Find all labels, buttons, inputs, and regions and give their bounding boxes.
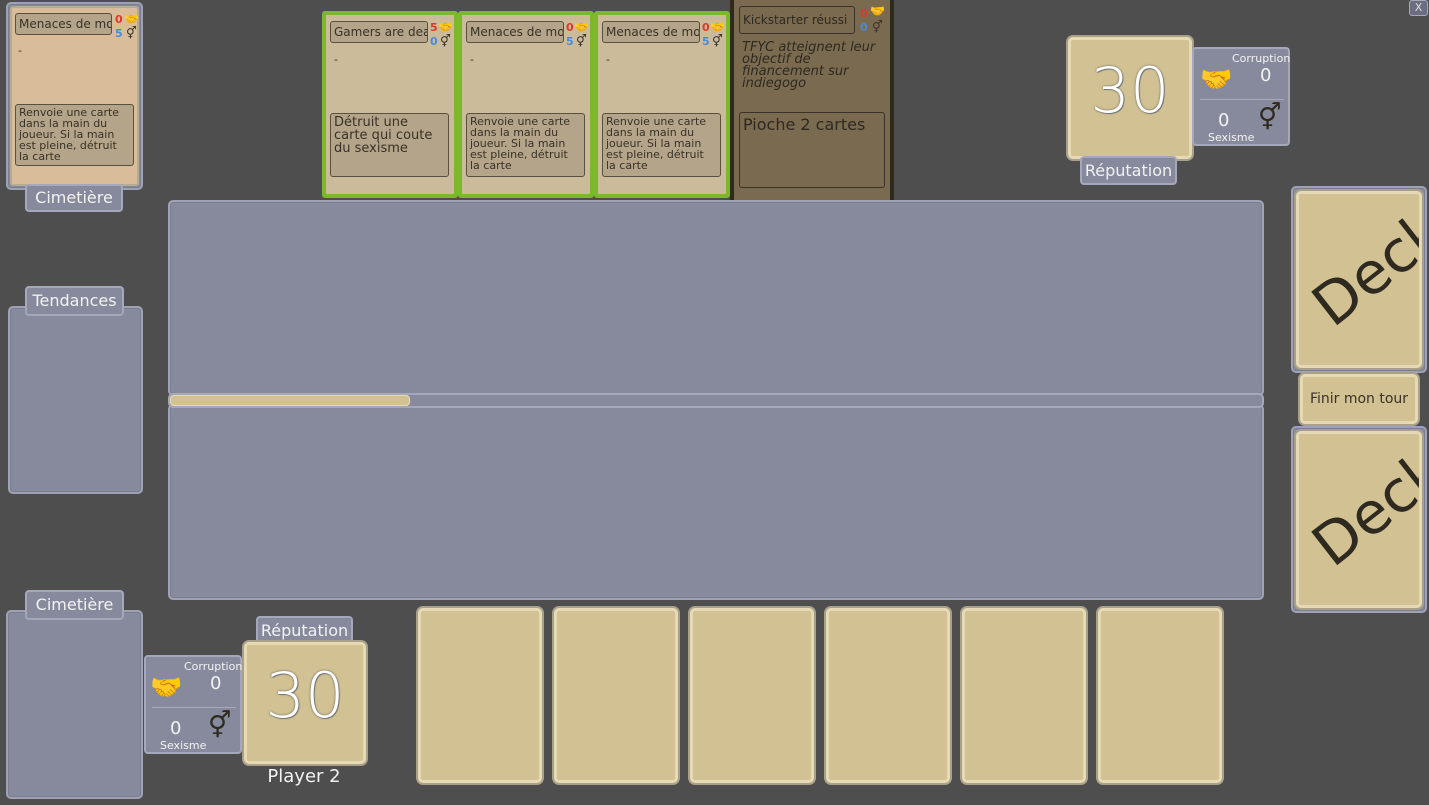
opponent-card-2[interactable]: Menaces de mort 0 5 🤝 ⚥ - Renvoie une ca…: [458, 11, 594, 198]
card-title: Menaces de mort: [466, 21, 564, 43]
hand-slot-2[interactable]: [554, 608, 678, 783]
handshake-icon: 🤝: [710, 20, 725, 34]
card-title: Menaces de mort: [602, 21, 700, 43]
opponent-stats: Corruption 0 🤝 0 Sexisme ⚥: [1192, 47, 1290, 146]
card-corruption-cost: 0: [702, 21, 710, 34]
card-text: Pioche 2 cartes: [739, 112, 885, 188]
hand-slot-4[interactable]: [826, 608, 950, 783]
player-stats: Corruption 0 🤝 0 Sexisme ⚥: [144, 655, 242, 754]
opponent-card-1[interactable]: Gamers are dead 5 0 🤝 ⚥ - Détruit une ca…: [322, 11, 458, 198]
player-reputation-card: 30: [244, 642, 366, 764]
gender-symbol-icon: ⚥: [872, 20, 883, 34]
card-corruption-cost: 0: [860, 7, 868, 20]
card-corruption-cost: 0: [566, 21, 574, 34]
handshake-icon: 🤝: [574, 20, 589, 34]
deck-label: Deck: [1299, 436, 1422, 580]
gender-symbol-icon: ⚥: [208, 711, 232, 741]
board-opponent-side: [168, 200, 1264, 396]
card-sexism-cost: 5: [566, 35, 574, 48]
card-corruption-cost: 5: [430, 21, 438, 34]
gender-symbol-icon: ⚥: [712, 34, 723, 48]
corruption-label: Corruption: [1232, 52, 1291, 65]
corruption-value: 0: [1260, 65, 1272, 86]
player-graveyard: [6, 610, 143, 799]
player-reputation-value: 30: [265, 659, 345, 732]
card-text: Détruit une carte qui coute du sexisme: [330, 113, 449, 177]
handshake-icon: 🤝: [870, 4, 885, 18]
card-title: Menaces de mort: [15, 13, 112, 35]
player-name: Player 2: [267, 766, 341, 787]
sexism-label: Sexisme: [160, 739, 207, 752]
opponent-reputation-value: 30: [1090, 54, 1170, 127]
card-subtitle: -: [18, 44, 22, 57]
card-sexism-cost: 0: [860, 21, 868, 34]
player-deck[interactable]: Deck: [1296, 431, 1422, 608]
card-sexism-cost: 5: [702, 35, 710, 48]
card-title: Kickstarter réussi: [739, 6, 855, 34]
graveyard-card[interactable]: Menaces de mort 0 5 🤝 ⚥ - Renvoie une ca…: [10, 6, 139, 186]
opponent-reputation-label: Réputation: [1080, 156, 1177, 185]
card-sexism-cost: 5: [115, 27, 123, 40]
card-title: Gamers are dead: [330, 21, 428, 43]
card-flavor-text: TFYC atteignent leur objectif de finance…: [742, 40, 876, 91]
hand-slot-5[interactable]: [962, 608, 1086, 783]
handshake-icon: 🤝: [438, 20, 453, 34]
turn-timer-bar: [168, 393, 1264, 408]
close-button[interactable]: X: [1409, 0, 1428, 16]
card-corruption-cost: 0: [115, 13, 123, 26]
gender-symbol-icon: ⚥: [1258, 103, 1282, 133]
trends-label: Tendances: [25, 286, 124, 316]
hand-slot-6[interactable]: [1098, 608, 1222, 783]
card-subtitle: -: [470, 53, 474, 66]
opponent-deck[interactable]: Deck: [1296, 191, 1422, 368]
card-text: Renvoie une carte dans la main du joueur…: [602, 113, 721, 177]
event-card[interactable]: Kickstarter réussi 0 0 🤝 ⚥ TFYC atteigne…: [730, 0, 894, 216]
graveyard-label-top: Cimetière: [25, 184, 123, 212]
divider: [152, 707, 236, 708]
card-sexism-cost: 0: [430, 35, 438, 48]
opponent-card-3[interactable]: Menaces de mort 0 5 🤝 ⚥ - Renvoie une ca…: [594, 11, 730, 198]
divider: [1200, 99, 1284, 100]
card-text: Renvoie une carte dans la main du joueur…: [15, 104, 134, 166]
trends-zone: [8, 306, 143, 494]
graveyard-label-bottom: Cimetière: [25, 590, 124, 620]
sexism-value: 0: [170, 718, 182, 739]
handshake-icon: 🤝: [1200, 65, 1233, 95]
card-subtitle: -: [334, 53, 338, 66]
sexism-label: Sexisme: [1208, 131, 1255, 144]
hand-slot-3[interactable]: [690, 608, 814, 783]
sexism-value: 0: [1218, 110, 1230, 131]
card-subtitle: -: [606, 53, 610, 66]
corruption-value: 0: [210, 673, 222, 694]
deck-label: Deck: [1299, 196, 1422, 340]
player-reputation-label: Réputation: [256, 616, 353, 645]
gender-symbol-icon: ⚥: [576, 34, 587, 48]
gender-symbol-icon: ⚥: [440, 34, 451, 48]
board-player-side: [168, 404, 1264, 600]
hand-slot-1[interactable]: [418, 608, 542, 783]
corruption-label: Corruption: [184, 660, 243, 673]
end-turn-button[interactable]: Finir mon tour: [1300, 374, 1418, 424]
turn-timer-fill: [170, 395, 411, 406]
card-text: Renvoie une carte dans la main du joueur…: [466, 113, 585, 177]
handshake-icon: 🤝: [124, 12, 139, 26]
opponent-reputation-card: 30: [1068, 37, 1192, 159]
handshake-icon: 🤝: [150, 673, 183, 703]
gender-symbol-icon: ⚥: [126, 26, 137, 40]
